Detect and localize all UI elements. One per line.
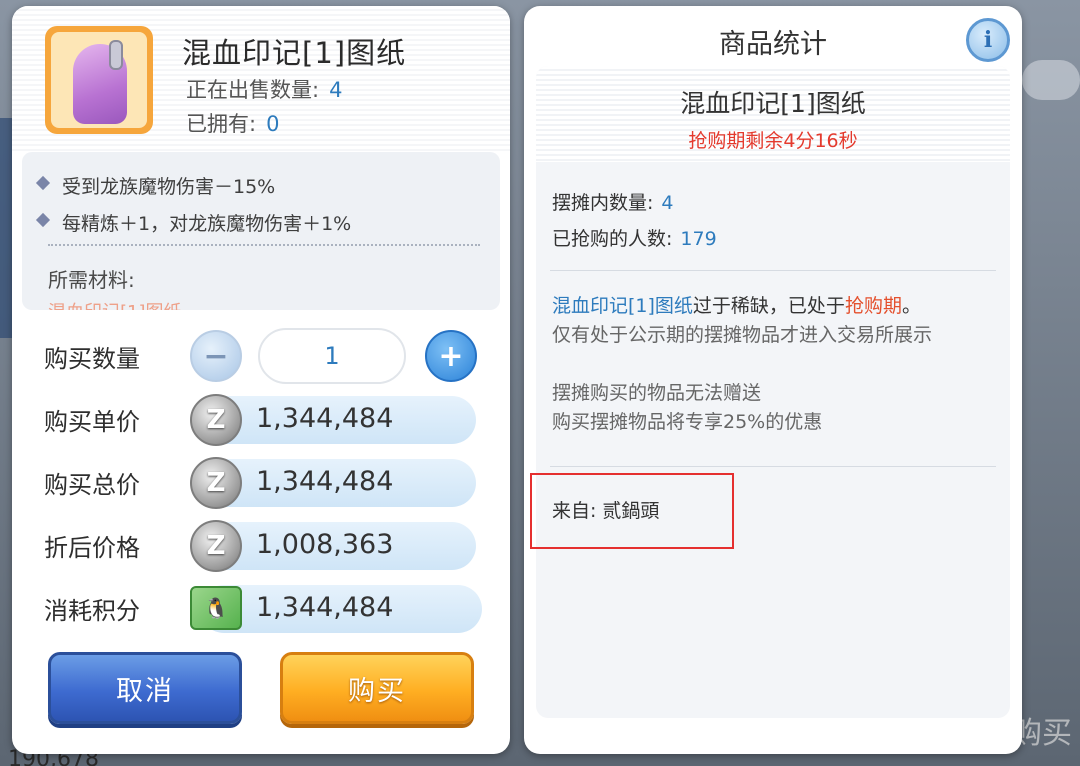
notice-line: 仅有处于公示期的摆摊物品才进入交易所展示 [552,324,933,346]
discount-price-value: 1,008,363 [256,529,394,560]
effect-text: 受到龙族魔物伤害－15% [62,176,276,198]
points-cost-value: 1,344,484 [256,592,394,623]
total-price-label: 购买总价 [44,471,140,499]
materials-item: 混血印记[1]图纸 [48,298,182,310]
divider [48,244,480,246]
owned-count: 0 [266,112,280,136]
owned-label: 已拥有: [186,112,257,136]
notice-line: 摆摊购买的物品无法赠送 [552,382,762,404]
quantity-input[interactable]: 1 [258,328,406,384]
rush-countdown: 抢购期剩余4分16秒 [688,130,858,152]
unit-price-label: 购买单价 [44,408,140,436]
statistics-header: 混血印记[1]图纸 抢购期剩余4分16秒 [536,66,1010,162]
buyers-label: 已抢购的人数: [552,228,673,250]
divider [550,270,996,271]
item-icon [45,26,153,134]
zeny-coin-icon: Z [190,457,242,509]
on-sale-count-row: 正在出售数量: 4 [186,74,342,104]
notice-text: 过于稀缺，已处于 [692,295,845,317]
buyers-row: 已抢购的人数: 179 [552,224,717,251]
item-name: 混血印记[1]图纸 [182,36,407,70]
cancel-button[interactable]: 取消 [48,652,242,724]
scarcity-notice: 混血印记[1]图纸过于稀缺，已处于抢购期。 [552,292,996,321]
stall-quantity-value: 4 [661,192,674,214]
on-sale-label: 正在出售数量: [186,78,320,102]
statistics-title: 商品统计 [719,29,827,60]
decrease-quantity-button[interactable]: − [190,330,242,382]
buy-button[interactable]: 购买 [280,652,474,724]
statistics-item-name: 混血印记[1]图纸 [680,89,866,118]
item-header: 混血印记[1]图纸 正在出售数量: 4 已拥有: 0 [12,6,510,152]
quantity-label: 购买数量 [44,345,140,373]
notice-item-name: 混血印记[1]图纸 [552,295,693,317]
background-strip [0,118,12,338]
info-button[interactable]: i [966,18,1010,62]
owned-count-row: 已拥有: 0 [186,108,279,138]
points-card-icon: 🐧 [190,586,242,630]
seller-highlight-box [530,473,734,549]
bullet-icon [35,175,51,191]
stall-quantity-row: 摆摊内数量: 4 [552,188,674,215]
info-icon: i [983,27,993,53]
stall-quantity-label: 摆摊内数量: [552,192,654,214]
item-description: 受到龙族魔物伤害－15% 每精炼＋1，对龙族魔物伤害＋1% 所需材料: 混血印记… [22,152,500,310]
notice-phase: 抢购期 [844,295,902,317]
purchase-dialog: 混血印记[1]图纸 正在出售数量: 4 已拥有: 0 受到龙族魔物伤害－15% 每精… [12,6,510,754]
notice-line: 购买摆摊物品将专享25%的优惠 [552,411,823,433]
background-strip [1022,60,1080,100]
discount-price-label: 折后价格 [44,534,140,562]
effect-text: 每精炼＋1，对龙族魔物伤害＋1% [62,213,352,235]
hair-accessory-icon [51,32,147,128]
plus-icon: + [438,338,464,374]
item-statistics-dialog: 商品统计 i 混血印记[1]图纸 抢购期剩余4分16秒 摆摊内数量: 4 已抢购的… [524,6,1022,754]
minus-icon: − [203,338,229,374]
increase-quantity-button[interactable]: + [425,330,477,382]
materials-label: 所需材料: [48,268,135,292]
on-sale-count: 4 [329,78,343,102]
zeny-coin-icon: Z [190,520,242,572]
effect-line: 每精炼＋1，对龙族魔物伤害＋1% [35,209,352,236]
divider [550,466,996,467]
unit-price-value: 1,344,484 [256,403,394,434]
statistics-content: 混血印记[1]图纸 抢购期剩余4分16秒 摆摊内数量: 4 已抢购的人数: 179 … [536,66,1010,718]
hair-band-shape [109,40,123,70]
total-price-value: 1,344,484 [256,466,394,497]
bullet-icon [35,212,51,228]
buyers-value: 179 [680,228,717,250]
zeny-coin-icon: Z [190,394,242,446]
notice-end: 。 [901,295,921,317]
effect-line: 受到龙族魔物伤害－15% [35,172,276,199]
points-cost-label: 消耗积分 [44,597,140,625]
